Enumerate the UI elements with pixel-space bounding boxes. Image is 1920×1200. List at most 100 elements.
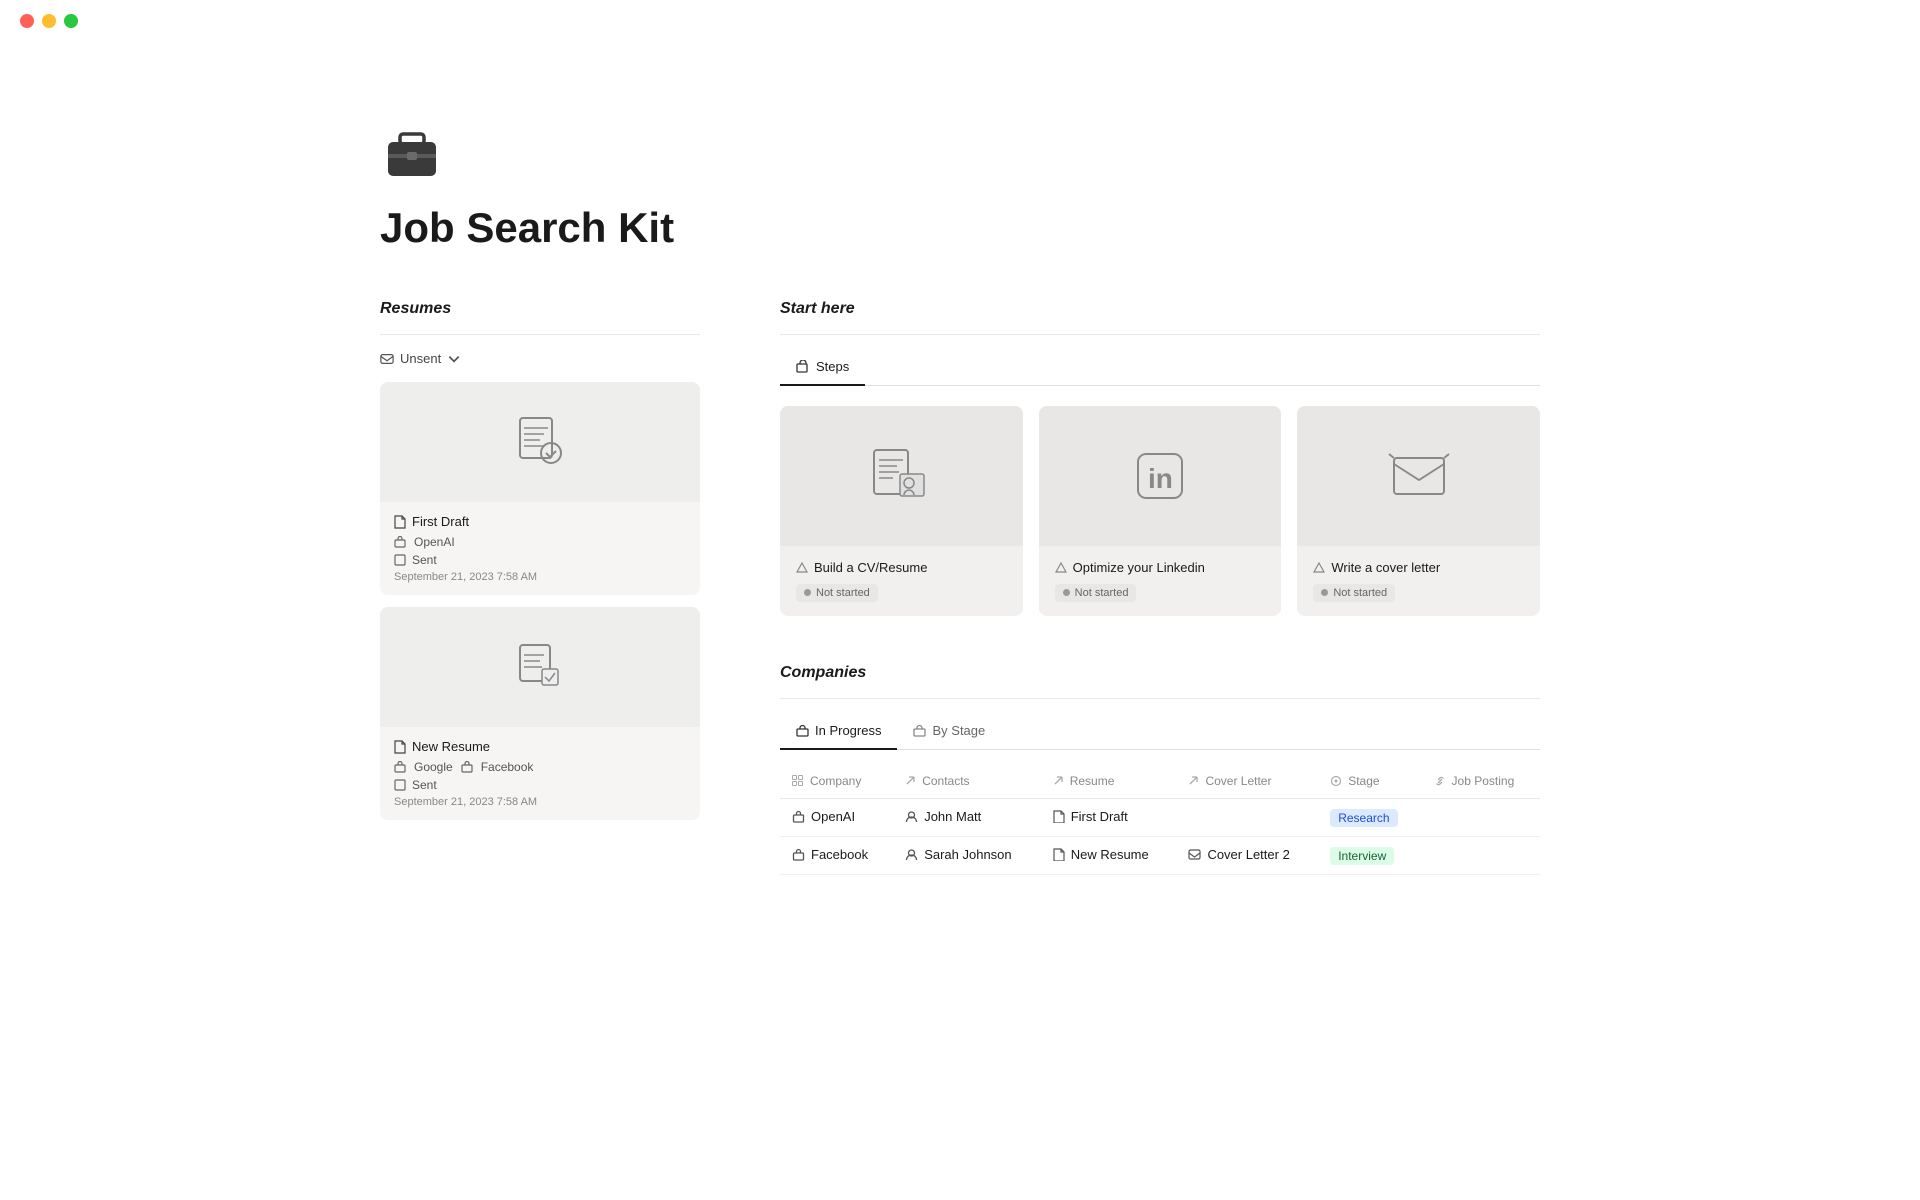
resume-thumbnail-2 [380,607,700,727]
maximize-button[interactable] [64,14,78,28]
tab-in-progress[interactable]: In Progress [780,715,897,750]
unsent-filter[interactable]: Unsent [380,351,700,366]
page-icon [380,120,1540,184]
resume-card-body-1: First Draft OpenAI Sent [380,502,700,595]
grid-icon [792,775,804,787]
start-here-header: Start here [780,300,1540,318]
chevron-down-icon [447,352,461,366]
arrow-icon-contacts [905,775,916,786]
resume-date-1: September 21, 2023 7:58 AM [394,571,686,583]
titlebar [0,0,1920,42]
file-icon-2 [394,740,406,754]
main-content: Job Search Kit Resumes Unsent [260,0,1660,875]
resume-thumbnail-1 [380,382,700,502]
resume-card-first-draft[interactable]: First Draft OpenAI Sent [380,382,700,595]
two-col-layout: Resumes Unsent [380,300,1540,875]
resume-card-new-resume[interactable]: New Resume Google Facebook [380,607,700,820]
company-bldg-openai [792,810,805,823]
companies-header: Companies [780,664,1540,682]
person-icon-openai [905,810,918,823]
step-card-linkedin[interactable]: in Optimize your Linkedin [1039,406,1282,616]
step-title-cover-letter: Write a cover letter [1313,560,1524,575]
status-dot-cv [804,589,811,596]
circle-icon-stage [1330,775,1342,787]
resume-card-body-2: New Resume Google Facebook [380,727,700,820]
file-icon-1 [394,515,406,529]
resume-doc-icon-2 [514,641,566,693]
page-title: Job Search Kit [380,204,1540,252]
cover-letter-icon-row2 [1188,848,1201,861]
companies-divider [780,698,1540,699]
close-button[interactable] [20,14,34,28]
status-dot-cover [1321,589,1328,596]
resume-sent-2: Sent [394,778,686,792]
status-badge-cv: Not started [796,584,878,602]
resume-title-1: First Draft [394,514,686,529]
step-thumb-linkedin: in [1039,406,1282,546]
by-stage-icon [913,724,926,737]
resumes-section: Resumes Unsent [380,300,700,832]
step-title-linkedin: Optimize your Linkedin [1055,560,1266,575]
table-row-facebook[interactable]: Facebook Sarah Johnson [780,836,1540,874]
step-title-cv: Build a CV/Resume [796,560,1007,575]
file-icon-row1 [1053,810,1065,823]
step-card-cover-letter[interactable]: Write a cover letter Not started [1297,406,1540,616]
tab-by-stage[interactable]: By Stage [897,715,1001,750]
step-thumb-cv [780,406,1023,546]
col-header-job-posting: Job Posting [1422,766,1540,799]
col-header-contacts: Contacts [893,766,1041,799]
envelope-filter-icon [380,352,394,366]
status-dot-linkedin [1063,589,1070,596]
svg-text:in: in [1148,463,1173,494]
cell-stage-facebook: Interview [1318,836,1421,874]
step-body-cover-letter: Write a cover letter Not started [1297,546,1540,616]
resume-doc-icon-1 [514,416,566,468]
company-icon-1 [394,536,406,548]
stage-tag-facebook: Interview [1330,847,1394,865]
company-icon-2a [394,761,406,773]
arrow-icon-resume [1053,775,1064,786]
triangle-icon-cover [1313,562,1325,574]
table-row-openai[interactable]: OpenAI John Matt [780,798,1540,836]
cell-company-facebook: Facebook [780,836,893,874]
triangle-icon-linkedin [1055,562,1067,574]
company-icon-2b [461,761,473,773]
step-card-cv[interactable]: Build a CV/Resume Not started [780,406,1023,616]
resume-sent-1: Sent [394,553,686,567]
stage-tag-openai: Research [1330,809,1397,827]
resume-title-2: New Resume [394,739,686,754]
cv-icon [866,446,936,506]
col-header-resume: Resume [1041,766,1177,799]
cell-resume-facebook: New Resume [1041,836,1177,874]
col-header-stage: Stage [1318,766,1421,799]
cell-contact-openai: John Matt [893,798,1041,836]
minimize-button[interactable] [42,14,56,28]
filter-label: Unsent [400,351,441,366]
cell-company-openai: OpenAI [780,798,893,836]
arrow-icon-cover [1188,775,1199,786]
steps-tab-bar: Steps [780,351,1540,386]
cell-contact-facebook: Sarah Johnson [893,836,1041,874]
col-header-company: Company [780,766,893,799]
col-header-cover-letter: Cover Letter [1176,766,1318,799]
companies-table: Company Contacts [780,766,1540,875]
step-body-linkedin: Optimize your Linkedin Not started [1039,546,1282,616]
company-bldg-facebook [792,848,805,861]
steps-grid: Build a CV/Resume Not started [780,406,1540,616]
resume-date-2: September 21, 2023 7:58 AM [394,796,686,808]
cover-letter-icon [1384,446,1454,506]
tab-steps[interactable]: Steps [780,351,865,386]
companies-tab-bar: In Progress By Stage [780,715,1540,750]
status-badge-cover: Not started [1313,584,1395,602]
resumes-divider [380,334,700,335]
step-thumb-cover-letter [1297,406,1540,546]
status-badge-linkedin: Not started [1055,584,1137,602]
start-here-divider [780,334,1540,335]
person-icon-facebook [905,848,918,861]
steps-tab-icon [796,360,810,374]
file-icon-row2 [1053,848,1065,861]
companies-section: Companies In Progress [780,664,1540,875]
cell-resume-openai: First Draft [1041,798,1177,836]
checkbox-icon-2 [394,779,406,791]
cell-stage-openai: Research [1318,798,1421,836]
